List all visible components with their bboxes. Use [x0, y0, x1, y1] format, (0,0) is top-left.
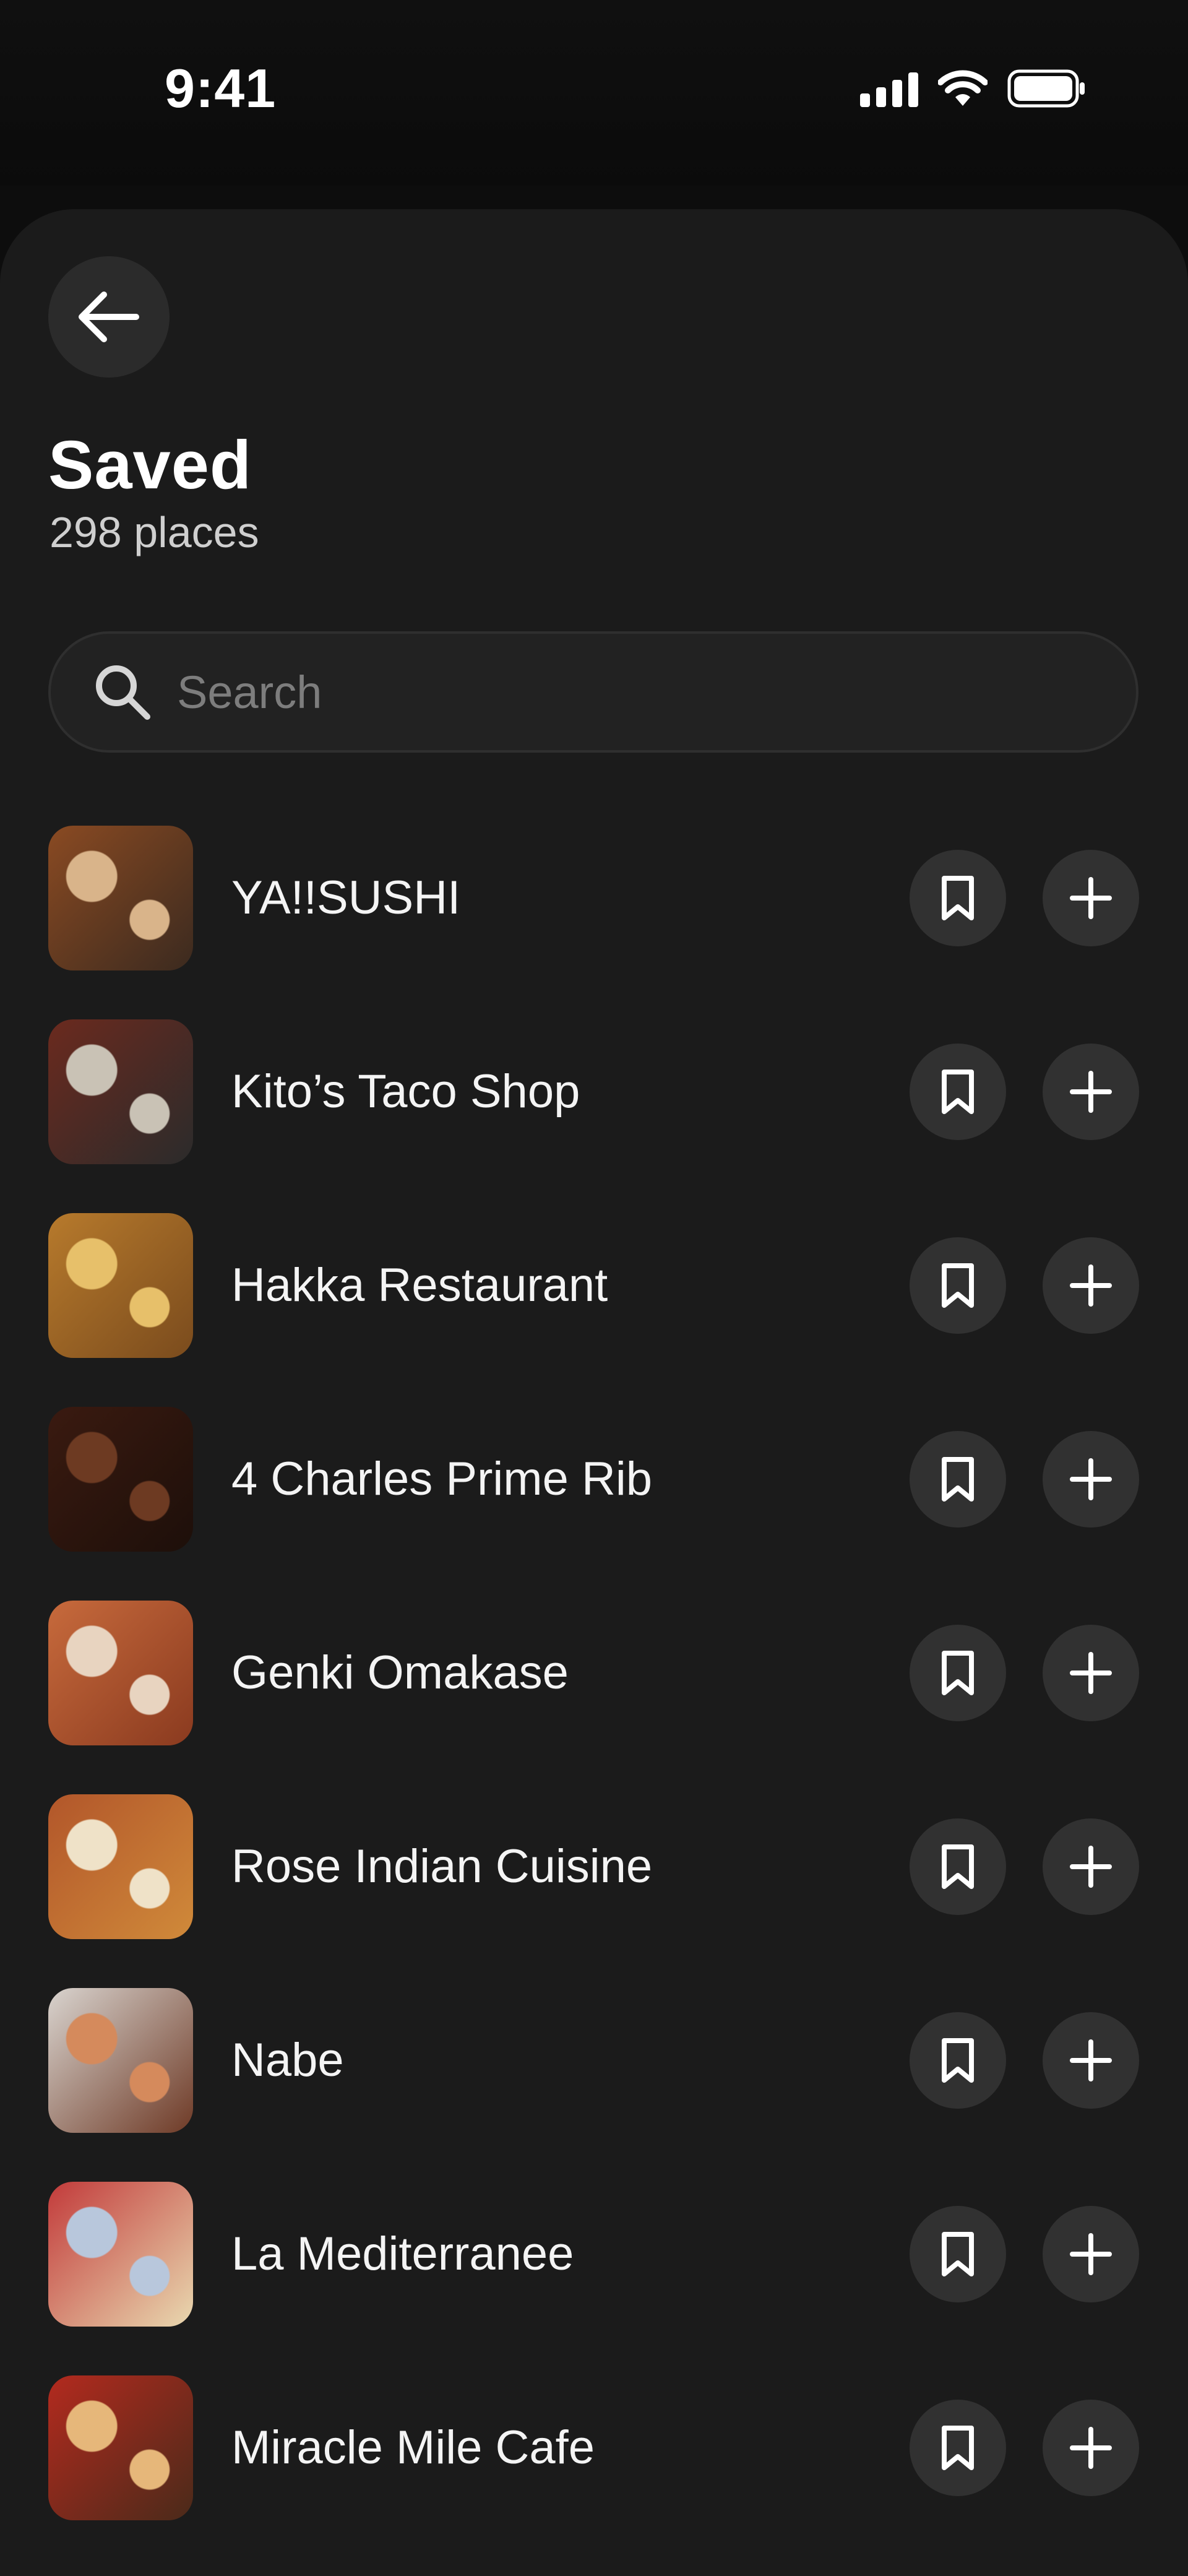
place-thumbnail — [48, 1794, 193, 1939]
place-row[interactable]: Nabe — [0, 1988, 1188, 2133]
bookmark-button[interactable] — [910, 1044, 1006, 1140]
bookmark-button[interactable] — [910, 2206, 1006, 2302]
plus-icon — [1070, 1071, 1112, 1113]
place-row[interactable]: YA!!SUSHI — [0, 826, 1188, 970]
bookmark-icon — [942, 2426, 974, 2470]
place-name: Hakka Restaurant — [231, 1259, 608, 1312]
place-name: La Mediterranee — [231, 2228, 574, 2280]
place-thumbnail — [48, 1213, 193, 1358]
plus-icon — [1070, 2233, 1112, 2275]
plus-icon — [1070, 2039, 1112, 2081]
place-thumbnail — [48, 826, 193, 970]
bookmark-icon — [942, 1263, 974, 1308]
place-row[interactable]: Genki Omakase — [0, 1601, 1188, 1745]
place-row[interactable]: La Mediterranee — [0, 2182, 1188, 2327]
add-button[interactable] — [1043, 1237, 1139, 1334]
add-button[interactable] — [1043, 2012, 1139, 2109]
place-name: 4 Charles Prime Rib — [231, 1453, 652, 1505]
bookmark-button[interactable] — [910, 2012, 1006, 2109]
bookmark-icon — [942, 2038, 974, 2083]
add-button[interactable] — [1043, 1044, 1139, 1140]
bookmark-icon — [942, 1070, 974, 1114]
place-thumbnail — [48, 2182, 193, 2327]
bookmark-icon — [942, 2232, 974, 2276]
bookmark-icon — [942, 1844, 974, 1889]
place-name: Rose Indian Cuisine — [231, 1840, 653, 1893]
add-button[interactable] — [1043, 2206, 1139, 2302]
status-time: 9:41 — [165, 58, 277, 119]
place-name: Miracle Mile Cafe — [231, 2421, 595, 2474]
plus-icon — [1070, 2427, 1112, 2469]
cellular-signal-icon — [860, 70, 918, 107]
place-name: YA!!SUSHI — [231, 871, 461, 924]
place-thumbnail — [48, 2375, 193, 2520]
place-thumbnail — [48, 1019, 193, 1164]
place-name: Genki Omakase — [231, 1646, 569, 1699]
place-row[interactable]: Miracle Mile Cafe — [0, 2375, 1188, 2520]
add-button[interactable] — [1043, 850, 1139, 946]
place-row[interactable]: Rose Indian Cuisine — [0, 1794, 1188, 1939]
plus-icon — [1070, 1458, 1112, 1500]
status-icons — [860, 67, 1087, 110]
bookmark-button[interactable] — [910, 850, 1006, 946]
bookmark-button[interactable] — [910, 1431, 1006, 1528]
places-count: 298 places — [50, 508, 259, 556]
plus-icon — [1070, 1652, 1112, 1694]
battery-icon — [1007, 69, 1087, 108]
status-bar: 9:41 — [0, 0, 1188, 186]
back-button[interactable] — [48, 256, 170, 378]
wifi-icon — [938, 70, 988, 107]
bookmark-icon — [942, 1651, 974, 1695]
arrow-left-icon — [79, 292, 139, 342]
add-button[interactable] — [1043, 1431, 1139, 1528]
add-button[interactable] — [1043, 1818, 1139, 1915]
page-title: Saved — [48, 427, 252, 503]
search-bar[interactable] — [48, 631, 1138, 753]
place-name: Kito’s Taco Shop — [231, 1065, 580, 1118]
search-icon — [92, 661, 153, 723]
plus-icon — [1070, 877, 1112, 919]
bookmark-button[interactable] — [910, 1237, 1006, 1334]
place-thumbnail — [48, 1407, 193, 1552]
plus-icon — [1070, 1846, 1112, 1888]
place-row[interactable]: 4 Charles Prime Rib — [0, 1407, 1188, 1552]
add-button[interactable] — [1043, 1625, 1139, 1721]
place-name: Nabe — [231, 2034, 344, 2086]
place-row[interactable]: Kito’s Taco Shop — [0, 1019, 1188, 1164]
bookmark-button[interactable] — [910, 1625, 1006, 1721]
place-row[interactable]: Hakka Restaurant — [0, 1213, 1188, 1358]
plus-icon — [1070, 1264, 1112, 1307]
bookmark-icon — [942, 1457, 974, 1502]
place-thumbnail — [48, 1601, 193, 1745]
bookmark-button[interactable] — [910, 1818, 1006, 1915]
place-thumbnail — [48, 1988, 193, 2133]
search-input[interactable] — [176, 665, 1044, 719]
bookmark-button[interactable] — [910, 2400, 1006, 2496]
add-button[interactable] — [1043, 2400, 1139, 2496]
bookmark-icon — [942, 876, 974, 920]
